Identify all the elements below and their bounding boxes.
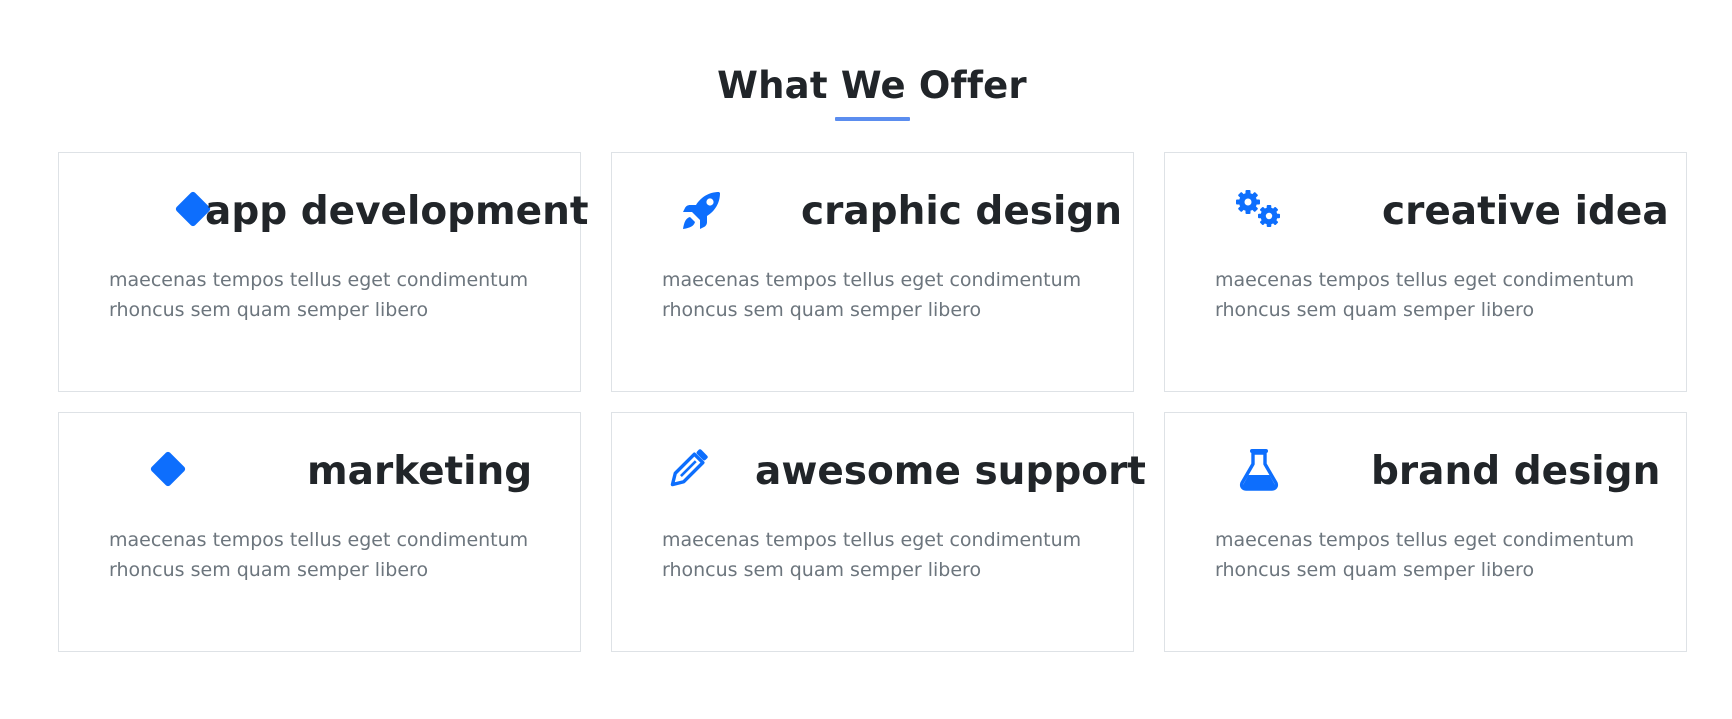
services-section: What We Offer app development maecenas t…: [0, 0, 1732, 719]
service-title: awesome support: [755, 449, 1146, 494]
service-card-brand-design: brand design maecenas tempos tellus eget…: [1164, 412, 1687, 652]
section-title: What We Offer: [717, 64, 1027, 107]
service-card-app-development: app development maecenas tempos tellus e…: [58, 152, 589, 392]
service-description: maecenas tempos tellus eget condimentum …: [662, 269, 1082, 321]
service-title: brand design: [1371, 449, 1661, 494]
service-card-creative-idea: creative idea maecenas tempos tellus ege…: [1164, 152, 1687, 392]
service-description: maecenas tempos tellus eget condimentum …: [109, 269, 529, 321]
pencil-icon: [662, 443, 714, 495]
service-description: maecenas tempos tellus eget condimentum …: [662, 529, 1082, 581]
service-card-marketing: marketing maecenas tempos tellus eget co…: [58, 412, 581, 652]
rocket-icon: [677, 183, 729, 235]
service-title: craphic design: [801, 189, 1123, 234]
title-underline: [835, 117, 910, 121]
service-description: maecenas tempos tellus eget condimentum …: [109, 529, 529, 581]
service-description: maecenas tempos tellus eget condimentum …: [1215, 269, 1635, 321]
service-card-awesome-support: awesome support maecenas tempos tellus e…: [611, 412, 1146, 652]
service-title: marketing: [307, 449, 533, 494]
service-card-craphic-design: craphic design maecenas tempos tellus eg…: [611, 152, 1134, 392]
service-title: creative idea: [1382, 189, 1669, 234]
service-description: maecenas tempos tellus eget condimentum …: [1215, 529, 1635, 581]
flask-icon: [1233, 443, 1285, 495]
gears-icon: [1233, 183, 1285, 235]
diamond-icon: [142, 443, 194, 495]
service-title: app development: [205, 189, 589, 234]
